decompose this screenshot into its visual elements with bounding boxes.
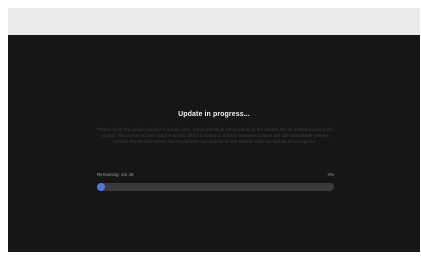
progress-percent-label: 3%	[327, 172, 334, 177]
top-bar	[8, 8, 420, 35]
remaining-time-label: Remaining: 1m 48	[97, 172, 134, 177]
update-screen: Update in progress... Please keep the ve…	[8, 35, 420, 252]
window-frame: Update in progress... Please keep the ve…	[0, 0, 421, 259]
progress-fill	[97, 183, 105, 191]
update-message: Please keep the vehicle parked in a safe…	[97, 127, 333, 145]
update-title: Update in progress...	[178, 111, 250, 118]
progress-bar	[97, 183, 334, 191]
